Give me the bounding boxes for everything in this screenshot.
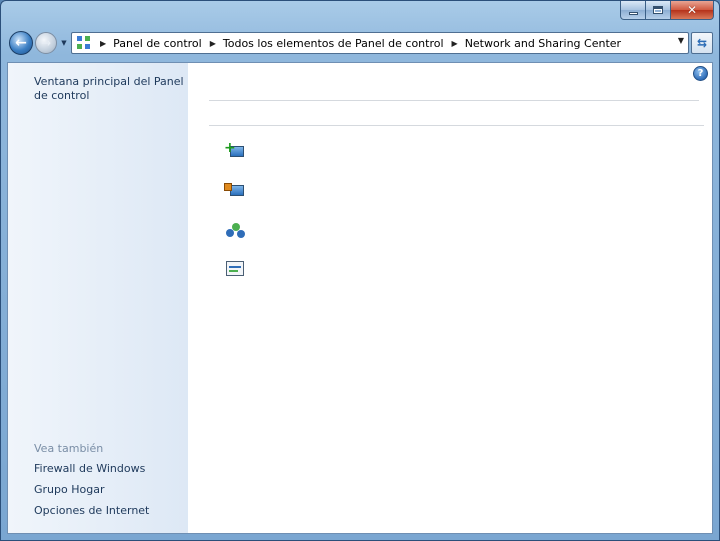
connect-network-icon[interactable] bbox=[224, 181, 246, 201]
maximize-icon bbox=[653, 6, 663, 14]
back-arrow-icon: ← bbox=[15, 35, 27, 51]
chevron-down-icon: ▼ bbox=[61, 39, 67, 47]
breadcrumb-all-items[interactable]: Todos los elementos de Panel de control bbox=[223, 37, 444, 50]
forward-arrow-icon: → bbox=[40, 36, 52, 50]
refresh-button[interactable]: ⇆ bbox=[691, 32, 713, 54]
breadcrumb-network-sharing[interactable]: Network and Sharing Center bbox=[465, 37, 621, 50]
breadcrumb-separator-icon[interactable]: ▶ bbox=[100, 39, 106, 48]
sidebar: Ventana principal del Panel de control V… bbox=[8, 63, 188, 533]
explorer-window: ✕ ← → ▼ ▶ Panel de control ▶ Todos los e… bbox=[0, 0, 720, 541]
caption-buttons: ✕ bbox=[620, 1, 714, 21]
content-area: Ventana principal del Panel de control V… bbox=[7, 62, 713, 534]
sidebar-home-link[interactable]: Ventana principal del Panel de control bbox=[34, 75, 184, 103]
new-connection-icon[interactable]: + bbox=[224, 141, 246, 162]
help-icon[interactable]: ? bbox=[693, 66, 708, 81]
troubleshoot-icon[interactable] bbox=[224, 259, 246, 279]
minimize-icon bbox=[628, 11, 638, 15]
minimize-button[interactable] bbox=[620, 1, 646, 20]
main-panel: ? + bbox=[188, 63, 712, 533]
sidebar-link-internet-options[interactable]: Opciones de Internet bbox=[34, 504, 184, 518]
breadcrumb-separator-icon[interactable]: ▶ bbox=[210, 39, 216, 48]
divider bbox=[209, 125, 704, 126]
maximize-button[interactable] bbox=[646, 1, 671, 20]
divider bbox=[209, 100, 699, 101]
control-panel-icon bbox=[76, 35, 92, 51]
back-button[interactable]: ← bbox=[9, 31, 33, 55]
close-icon: ✕ bbox=[686, 3, 698, 17]
address-bar[interactable]: ▶ Panel de control ▶ Todos los elementos… bbox=[71, 32, 689, 54]
forward-button[interactable]: → bbox=[35, 32, 57, 54]
sidebar-link-homegroup[interactable]: Grupo Hogar bbox=[34, 483, 184, 497]
address-dropdown-icon[interactable]: ▼ bbox=[678, 36, 684, 45]
breadcrumb-control-panel[interactable]: Panel de control bbox=[113, 37, 202, 50]
recent-pages-dropdown[interactable]: ▼ bbox=[59, 37, 69, 49]
homegroup-icon[interactable] bbox=[224, 221, 246, 241]
sidebar-link-firewall[interactable]: Firewall de Windows bbox=[34, 462, 184, 476]
refresh-icon: ⇆ bbox=[696, 36, 708, 50]
breadcrumb-separator-icon[interactable]: ▶ bbox=[452, 39, 458, 48]
close-button[interactable]: ✕ bbox=[671, 1, 714, 20]
see-also-heading: Vea también bbox=[34, 442, 104, 455]
